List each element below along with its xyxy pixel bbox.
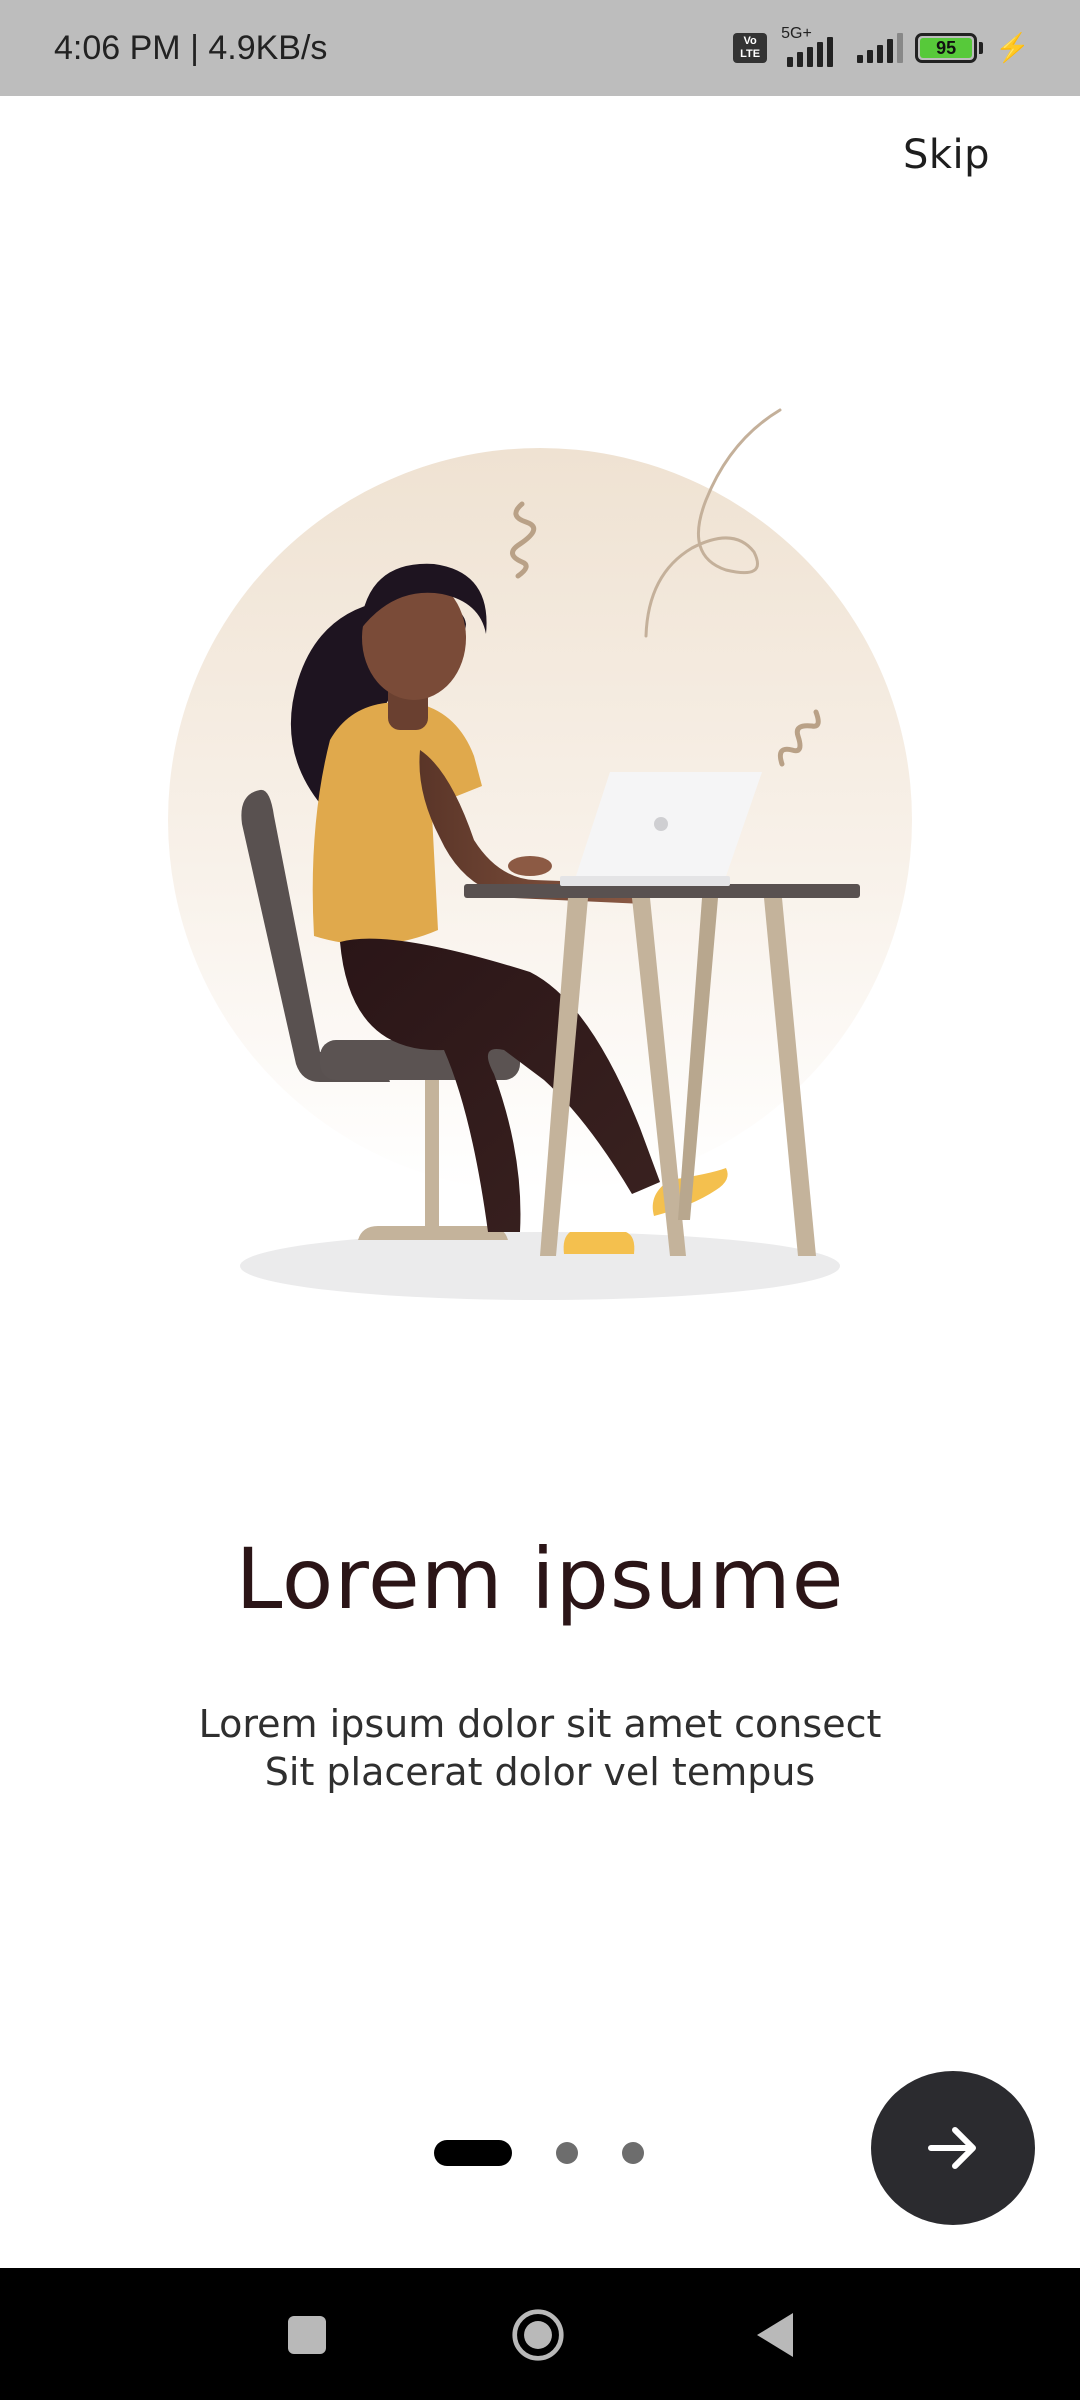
volte-icon: Vo LTE (733, 33, 768, 63)
battery-level: 95 (920, 38, 973, 58)
square-icon (288, 2316, 326, 2354)
circle-icon (512, 2309, 564, 2361)
back-button[interactable] (748, 2308, 802, 2362)
description-line-2: Sit placerat dolor vel tempus (264, 1750, 816, 1794)
battery-cap (979, 42, 984, 54)
system-nav-bar (0, 2268, 1080, 2400)
page-dot-3[interactable] (622, 2142, 644, 2164)
signal-5g-icon: 5G+ (779, 25, 845, 71)
woman-laptop-illustration (168, 408, 912, 1300)
volte-line2: LTE (740, 48, 761, 60)
arrow-right-icon (928, 2127, 976, 2169)
signal-bars-icon (857, 33, 904, 63)
charging-icon: ⚡ (995, 32, 1030, 63)
home-button[interactable] (511, 2308, 565, 2362)
page-indicator (434, 2140, 644, 2166)
status-bar: 4:06 PM | 4.9KB/s Vo LTE 5G+ 95 ⚡ (0, 0, 1080, 96)
volte-line1: Vo (743, 35, 757, 47)
page-title: Lorem ipsume (235, 1530, 845, 1628)
description-line-1: Lorem ipsum dolor sit amet consect (198, 1702, 882, 1746)
page-description: Lorem ipsum dolor sit amet consect Sit p… (0, 1700, 1080, 1796)
status-icons: Vo LTE 5G+ 95 ⚡ (733, 25, 1030, 71)
battery-icon: 95 (915, 33, 978, 63)
skip-button[interactable]: Skip (903, 132, 990, 178)
signal-bars-1 (787, 37, 834, 67)
recents-button[interactable] (280, 2308, 334, 2362)
page-dot-1-active[interactable] (434, 2140, 512, 2166)
triangle-back-icon (757, 2313, 793, 2357)
status-time-speed: 4:06 PM | 4.9KB/s (54, 28, 328, 67)
next-button[interactable] (871, 2071, 1035, 2225)
page-dot-2[interactable] (556, 2142, 578, 2164)
